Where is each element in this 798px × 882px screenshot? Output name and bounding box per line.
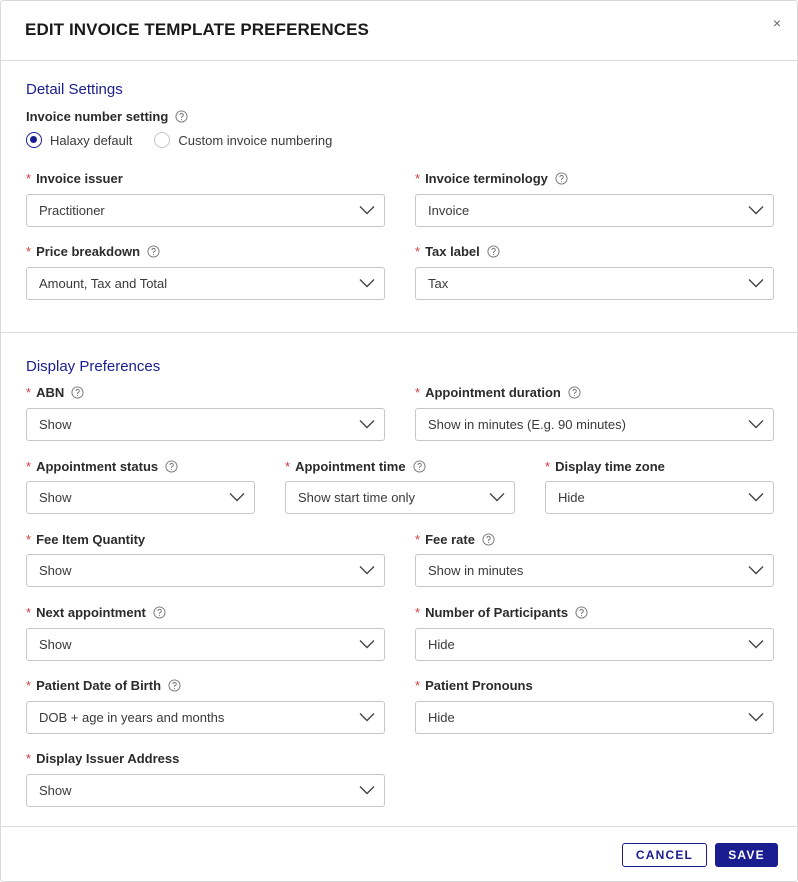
chevron-down-icon <box>359 566 375 575</box>
chevron-down-icon <box>229 493 245 502</box>
display-time-zone-select[interactable]: Hide <box>545 481 774 514</box>
modal-header: EDIT INVOICE TEMPLATE PREFERENCES × <box>1 1 797 61</box>
number-of-participants-select[interactable]: Hide <box>415 628 774 661</box>
radio-selected-icon <box>26 132 42 148</box>
modal-title: EDIT INVOICE TEMPLATE PREFERENCES <box>25 20 369 39</box>
chevron-down-icon <box>359 713 375 722</box>
tax-label-select[interactable]: Tax <box>415 267 774 300</box>
invoice-number-radio-group: Halaxy default Custom invoice numbering <box>26 132 354 148</box>
section-title-display-preferences: Display Preferences <box>26 358 161 375</box>
help-circle-icon[interactable] <box>165 460 178 473</box>
tax-label-label: * Tax label <box>415 244 500 259</box>
cancel-button[interactable]: CANCEL <box>622 843 707 867</box>
chevron-down-icon <box>359 420 375 429</box>
help-circle-icon[interactable] <box>487 245 500 258</box>
abn-select[interactable]: Show <box>26 408 385 441</box>
chevron-down-icon <box>748 206 764 215</box>
invoice-issuer-select[interactable]: Practitioner <box>26 194 385 227</box>
help-circle-icon[interactable] <box>568 386 581 399</box>
chevron-down-icon <box>359 279 375 288</box>
chevron-down-icon <box>359 640 375 649</box>
chevron-down-icon <box>748 566 764 575</box>
number-of-participants-label: * Number of Participants <box>415 605 588 620</box>
help-circle-icon[interactable] <box>168 679 181 692</box>
patient-pronouns-label: * Patient Pronouns <box>415 678 533 693</box>
edit-invoice-template-modal: EDIT INVOICE TEMPLATE PREFERENCES × Deta… <box>0 0 798 882</box>
footer-divider <box>1 826 797 827</box>
display-time-zone-label: * Display time zone <box>545 459 665 474</box>
abn-label: * ABN <box>26 385 84 400</box>
radio-custom-invoice-numbering[interactable]: Custom invoice numbering <box>154 132 332 148</box>
fee-rate-select[interactable]: Show in minutes <box>415 554 774 587</box>
help-circle-icon[interactable] <box>153 606 166 619</box>
fee-rate-label: * Fee rate <box>415 532 495 547</box>
fee-item-quantity-label: * Fee Item Quantity <box>26 532 146 547</box>
invoice-terminology-select[interactable]: Invoice <box>415 194 774 227</box>
section-divider <box>1 332 797 333</box>
appointment-duration-select[interactable]: Show in minutes (E.g. 90 minutes) <box>415 408 774 441</box>
help-circle-icon[interactable] <box>413 460 426 473</box>
invoice-number-setting-label: Invoice number setting <box>26 109 188 124</box>
help-circle-icon[interactable] <box>482 533 495 546</box>
chevron-down-icon <box>359 786 375 795</box>
appointment-status-label: * Appointment status <box>26 459 178 474</box>
chevron-down-icon <box>748 420 764 429</box>
price-breakdown-label: * Price breakdown <box>26 244 160 259</box>
close-icon[interactable]: × <box>773 16 781 30</box>
patient-pronouns-select[interactable]: Hide <box>415 701 774 734</box>
invoice-issuer-label: * Invoice issuer <box>26 171 123 186</box>
next-appointment-label: * Next appointment <box>26 605 166 620</box>
help-circle-icon[interactable] <box>555 172 568 185</box>
display-issuer-address-label: * Display Issuer Address <box>26 751 180 766</box>
appointment-duration-label: * Appointment duration <box>415 385 581 400</box>
appointment-status-select[interactable]: Show <box>26 481 255 514</box>
patient-dob-label: * Patient Date of Birth <box>26 678 181 693</box>
help-circle-icon[interactable] <box>147 245 160 258</box>
patient-dob-select[interactable]: DOB + age in years and months <box>26 701 385 734</box>
help-circle-icon[interactable] <box>575 606 588 619</box>
section-title-detail-settings: Detail Settings <box>26 81 123 98</box>
chevron-down-icon <box>489 493 505 502</box>
fee-item-quantity-select[interactable]: Show <box>26 554 385 587</box>
chevron-down-icon <box>748 640 764 649</box>
appointment-time-select[interactable]: Show start time only <box>285 481 515 514</box>
display-issuer-address-select[interactable]: Show <box>26 774 385 807</box>
help-circle-icon[interactable] <box>71 386 84 399</box>
chevron-down-icon <box>748 493 764 502</box>
radio-halaxy-default[interactable]: Halaxy default <box>26 132 132 148</box>
radio-unselected-icon <box>154 132 171 148</box>
help-circle-icon[interactable] <box>175 110 188 123</box>
chevron-down-icon <box>748 279 764 288</box>
invoice-terminology-label: * Invoice terminology <box>415 171 568 186</box>
price-breakdown-select[interactable]: Amount, Tax and Total <box>26 267 385 300</box>
chevron-down-icon <box>359 206 375 215</box>
next-appointment-select[interactable]: Show <box>26 628 385 661</box>
appointment-time-label: * Appointment time <box>285 459 426 474</box>
save-button[interactable]: SAVE <box>715 843 778 867</box>
chevron-down-icon <box>748 713 764 722</box>
